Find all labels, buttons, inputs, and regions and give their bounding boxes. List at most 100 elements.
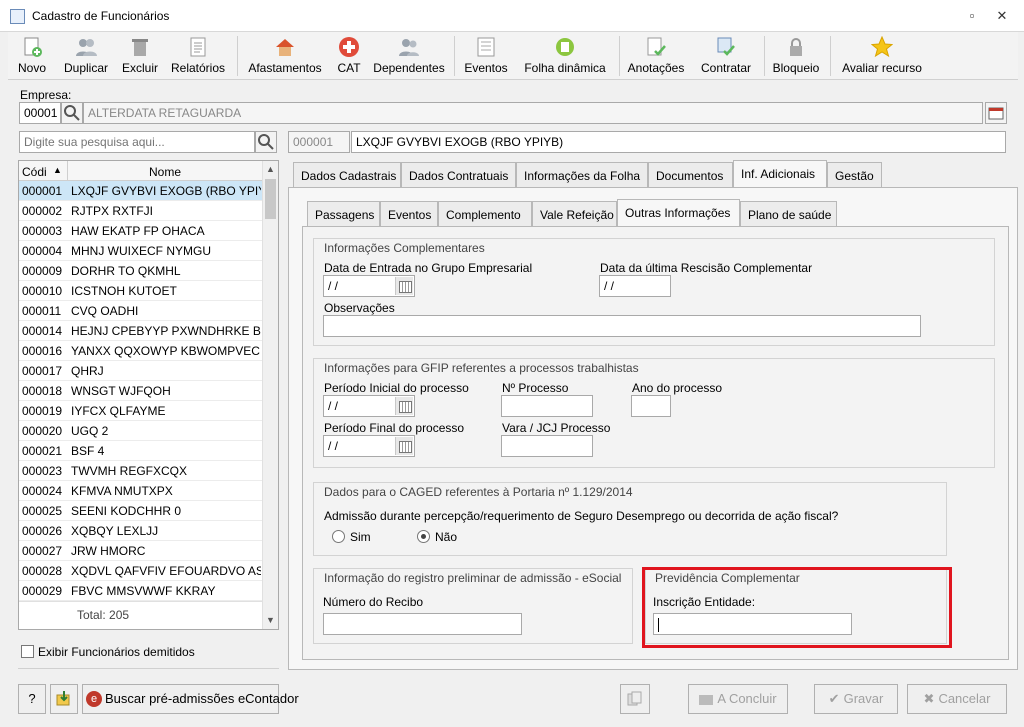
vara-field[interactable] [501,435,593,457]
obs-field[interactable] [323,315,921,337]
buscar-pre-admissoes-button[interactable]: e Buscar pré-admissões eContador [82,684,299,714]
tab-dados-cadastrais[interactable]: Dados Cadastrais [293,162,401,188]
copy-button[interactable] [620,684,650,714]
entry-date-field[interactable]: / / [323,275,415,297]
list-item[interactable]: 000028 XQDVL QAFVFIV EFOUARDVO AST U [19,561,262,581]
recibo-field[interactable] [323,613,522,635]
duplicar-button[interactable]: Duplicar [58,32,114,80]
empresa-search-button[interactable] [61,102,83,124]
caged-title: Dados para o CAGED referentes à Portaria… [324,485,633,499]
list-item[interactable]: 000018 WNSGT WJFQOH [19,381,262,401]
tab-eventos[interactable]: Eventos [380,201,438,227]
tab-documentos[interactable]: Documentos [648,162,733,188]
list-item[interactable]: 000003 HAW EKATP FP OHACA [19,221,262,241]
list-scrollbar[interactable]: ▲ ▼ [262,161,278,629]
list-rows: 000001 LXQJF GVYBVI EXOGB (RBO YPIYB) 0000… [19,181,262,601]
avaliar-recurso-button[interactable]: Avaliar recurso [836,32,928,80]
folha-dinamica-button[interactable]: Folha dinâmica [516,32,614,80]
scroll-down-icon[interactable]: ▼ [266,615,275,625]
x-icon: ✖ [923,691,935,706]
list-item[interactable]: 000025 SEENI KODCHHR 0 [19,501,262,521]
tab-dados-contratuais[interactable]: Dados Contratuais [401,162,516,188]
gravar-button[interactable]: ✔ Gravar [814,684,898,714]
dependentes-button[interactable]: Dependentes [372,32,446,80]
list-item[interactable]: 000009 DORHR TO QKMHL [19,261,262,281]
list-item[interactable]: 000002 RJTPX RXTFJI [19,201,262,221]
nprocesso-field[interactable] [501,395,593,417]
selected-name-field[interactable]: LXQJF GVYBVI EXOGB (RBO YPIYB) [351,131,1006,153]
show-dismissed-checkbox[interactable] [21,645,34,658]
list-item[interactable]: 000021 BSF 4 [19,441,262,461]
contratar-button[interactable]: Contratar [694,32,758,80]
excluir-button[interactable]: Excluir [120,32,160,80]
afastamentos-button[interactable]: Afastamentos [244,32,326,80]
list-item-name: ICSTNOH KUTOET [71,284,177,298]
tab-informacoes-folha[interactable]: Informações da Folha [516,162,648,188]
caged-question: Admissão durante percepção/requerimento … [324,509,839,523]
list-item-name: MHNJ WUIXECF NYMGU [71,244,211,258]
radio-nao[interactable] [417,530,430,543]
list-item[interactable]: 000010 ICSTNOH KUTOET [19,281,262,301]
scroll-thumb[interactable] [265,179,276,219]
list-item[interactable]: 000026 XQBQY LEXLJJ [19,521,262,541]
restore-icon[interactable]: ▫ [964,8,980,24]
list-item[interactable]: 000029 FBVC MMSVWWF KKRAY [19,581,262,601]
calendar-icon[interactable] [395,437,413,455]
nprocesso-label: Nº Processo [502,381,569,395]
list-item[interactable]: 000019 IYFCX QLFAYME [19,401,262,421]
tab-inf-adicionais[interactable]: Inf. Adicionais [733,160,827,188]
search-button[interactable] [255,131,277,153]
help-button[interactable]: ? [18,684,46,714]
rescisao-date-field[interactable]: / / [599,275,671,297]
cat-button[interactable]: CAT [332,32,366,80]
list-item[interactable]: 000011 CVQ OADHI [19,301,262,321]
list-item-name: XQBQY LEXLJJ [71,524,159,538]
gfip-title: Informações para GFIP referentes a proce… [324,361,639,375]
ano-field[interactable] [631,395,671,417]
medical-cross-icon [339,37,359,57]
concluir-button[interactable]: A Concluir [688,684,788,714]
tab-outras-informacoes[interactable]: Outras Informações [617,199,740,227]
list-item-name: FBVC MMSVWWF KKRAY [71,584,216,598]
close-icon[interactable]: ✕ [994,8,1010,24]
list-item[interactable]: 000024 KFMVA NMUTXPX [19,481,262,501]
calendar-icon[interactable] [395,397,413,415]
tab-gestao[interactable]: Gestão [827,162,882,188]
anotacoes-button[interactable]: Anotações [624,32,688,80]
toolbar: Novo Duplicar Excluir Relatórios Afastam… [8,32,1018,80]
list-item-code: 000025 [22,504,63,518]
list-item-code: 000018 [22,384,63,398]
list-item-name: WNSGT WJFQOH [71,384,171,398]
empresa-window-button[interactable] [985,102,1007,124]
gfip-end-field[interactable]: / / [323,435,415,457]
tab-passagens[interactable]: Passagens [307,201,380,227]
import-button[interactable] [50,684,78,714]
relatorios-button[interactable]: Relatórios [168,32,228,80]
toolbar-separator [237,36,238,76]
list-item-code: 000010 [22,284,63,298]
list-item[interactable]: 000027 JRW HMORC [19,541,262,561]
cancelar-button[interactable]: ✖ Cancelar [907,684,1007,714]
toolbar-separator [830,36,831,76]
search-input[interactable] [19,131,255,153]
calendar-icon[interactable] [395,277,413,295]
tab-complemento[interactable]: Complemento [438,201,532,227]
gfip-start-field[interactable]: / / [323,395,415,417]
list-item[interactable]: 000023 TWVMH REGFXCQX [19,461,262,481]
list-item[interactable]: 000020 UGQ 2 [19,421,262,441]
bloqueio-button[interactable]: Bloqueio [768,32,824,80]
novo-button[interactable]: Novo [12,32,52,80]
empresa-code-field[interactable]: 00001 [19,102,61,124]
col-name-header[interactable]: Nome [149,165,181,179]
tab-plano-saude[interactable]: Plano de saúde [740,201,837,227]
scroll-up-icon[interactable]: ▲ [266,164,275,174]
list-item[interactable]: 000017 QHRJ [19,361,262,381]
list-item[interactable]: 000016 YANXX QQXOWYP KBWOMPVEC A [19,341,262,361]
col-code-header[interactable]: Códi [22,165,47,179]
list-item[interactable]: 000004 MHNJ WUIXECF NYMGU [19,241,262,261]
list-item[interactable]: 000001 LXQJF GVYBVI EXOGB (RBO YPIYB) [19,181,262,201]
eventos-button[interactable]: Eventos [462,32,510,80]
radio-sim[interactable] [332,530,345,543]
tab-vale-refeicao[interactable]: Vale Refeição [532,201,617,227]
list-item[interactable]: 000014 HEJNJ CPEBYYP PXWNDHRKE BTB J [19,321,262,341]
